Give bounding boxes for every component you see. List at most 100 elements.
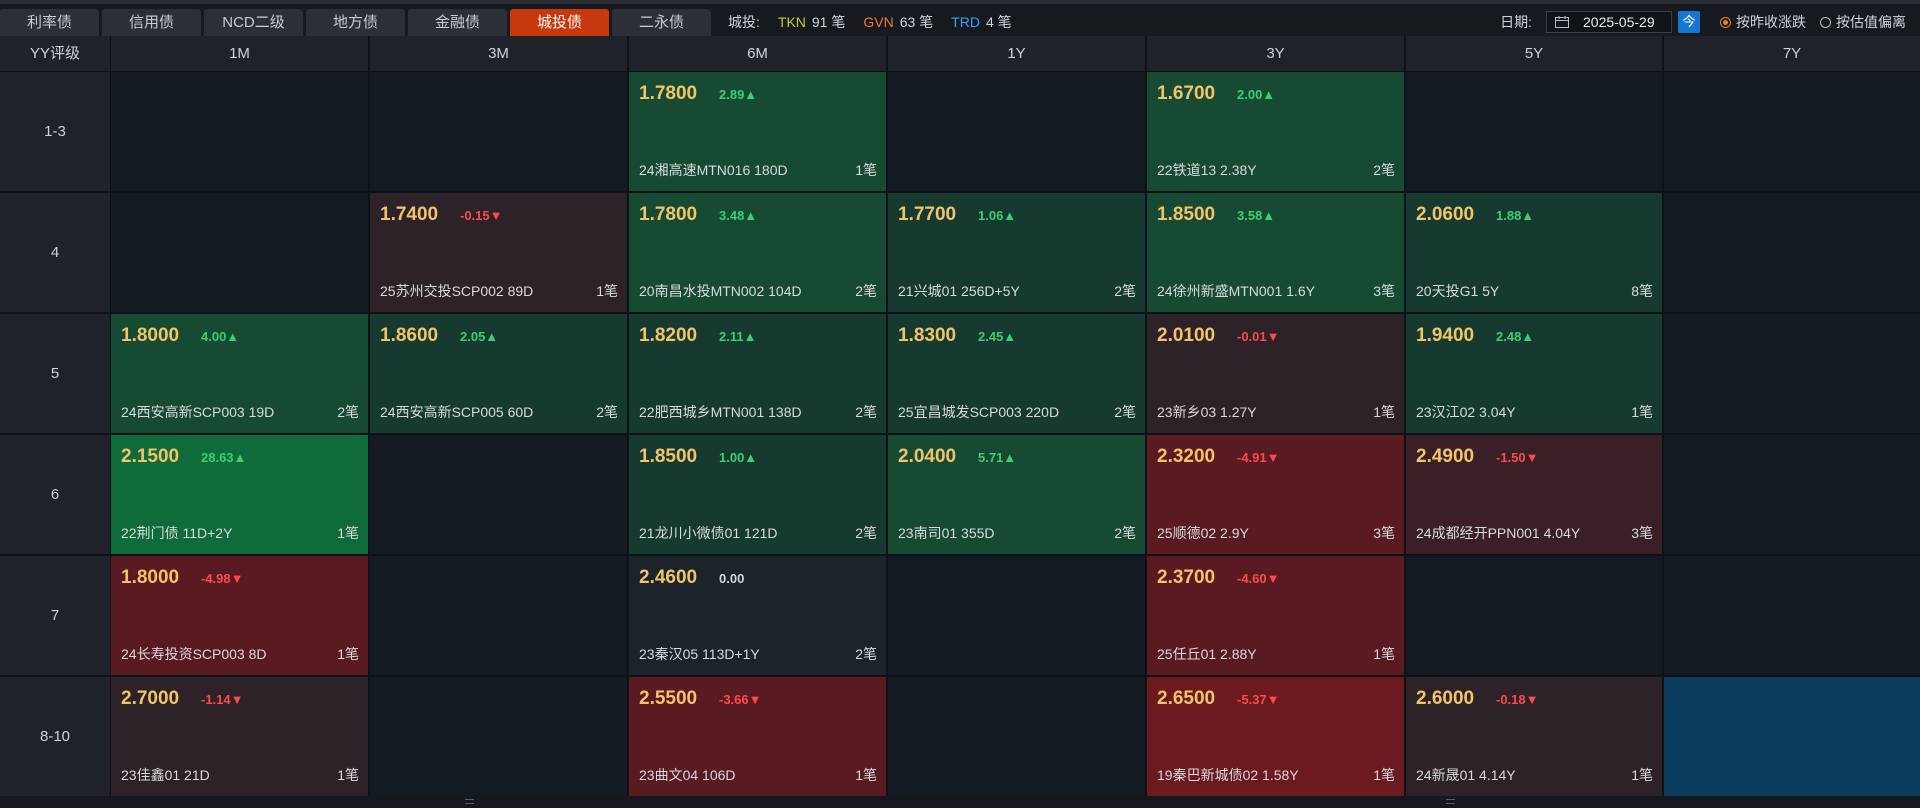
trade-count: 1笔 (337, 525, 359, 541)
bond-name: 23曲文04 106D (639, 767, 736, 783)
grid-cell[interactable]: 2.3200 -4.91▼ 25顺德02 2.9Y 3笔 (1147, 435, 1404, 554)
column-header-3m[interactable]: 3M (370, 36, 627, 71)
yield-value: 1.8500 (639, 446, 698, 467)
grid-cell[interactable]: 1.7700 1.06▲ 21兴城01 256D+5Y 2笔 (888, 193, 1145, 312)
radio-prev-close[interactable]: 按昨收涨跌 (1720, 12, 1806, 32)
change-value: 3.48▲ (719, 208, 758, 223)
grid-cell[interactable]: 2.3700 -4.60▼ 25任丘01 2.88Y 1笔 (1147, 556, 1404, 675)
tab-2[interactable]: NCD二级 (204, 9, 303, 36)
grid-cell[interactable]: 1.8000 4.00▲ 24西安高新SCP003 19D 2笔 (111, 314, 368, 433)
trade-count: 1笔 (1631, 767, 1653, 783)
change-value: -4.60▼ (1237, 571, 1280, 586)
grid-cell[interactable]: 1.8200 2.11▲ 22肥西城乡MTN001 138D 2笔 (629, 314, 886, 433)
grid-cell[interactable]: 1.8500 1.00▲ 21龙川小微债01 121D 2笔 (629, 435, 886, 554)
column-header-1m[interactable]: 1M (111, 36, 368, 71)
grid-cell[interactable]: 2.6000 -0.18▼ 24新晟01 4.14Y 1笔 (1406, 677, 1662, 796)
tab-5[interactable]: 城投债 (510, 9, 609, 36)
trade-count: 1笔 (1373, 767, 1395, 783)
grid-cell[interactable]: 2.0600 1.88▲ 20天投G1 5Y 8笔 (1406, 193, 1662, 312)
change-value: -4.91▼ (1237, 450, 1280, 465)
row-header-7: 7 (0, 556, 110, 675)
column-header-3y[interactable]: 3Y (1147, 36, 1404, 71)
tab-4[interactable]: 金融债 (408, 9, 507, 36)
grid-cell[interactable]: 2.4900 -1.50▼ 24成都经开PPN001 4.04Y 3笔 (1406, 435, 1662, 554)
grid-cell[interactable] (1406, 72, 1662, 191)
grid-cell[interactable]: 1.8300 2.45▲ 25宜昌城发SCP003 220D 2笔 (888, 314, 1145, 433)
bond-name: 25宜昌城发SCP003 220D (898, 404, 1060, 420)
change-value: 2.00▲ (1237, 87, 1276, 102)
grid-cell[interactable]: 1.9400 2.48▲ 23汉江02 3.04Y 1笔 (1406, 314, 1662, 433)
yield-value: 2.7000 (121, 688, 180, 709)
trade-count: 1笔 (1631, 404, 1653, 420)
grid-cell[interactable]: 1.8600 2.05▲ 24西安高新SCP005 60D 2笔 (370, 314, 627, 433)
grid-cell[interactable] (1664, 72, 1920, 191)
bond-name: 21兴城01 256D+5Y (898, 283, 1020, 299)
tab-6[interactable]: 二永债 (612, 9, 711, 36)
today-button[interactable]: 今 (1678, 11, 1700, 33)
yield-value: 1.6700 (1157, 83, 1216, 104)
resize-handle-icon[interactable] (1446, 799, 1455, 804)
bond-name: 24西安高新SCP003 19D (121, 404, 275, 420)
grid-cell[interactable]: 1.7400 -0.15▼ 25苏州交投SCP002 89D 1笔 (370, 193, 627, 312)
change-value: -5.37▼ (1237, 692, 1280, 707)
grid-cell[interactable] (111, 72, 368, 191)
grid-cell[interactable] (111, 193, 368, 312)
summary-code-tkn: TKN (777, 14, 806, 30)
grid-cell[interactable]: 2.6500 -5.37▼ 19秦巴新城债02 1.58Y 1笔 (1147, 677, 1404, 796)
trade-count: 1笔 (855, 767, 877, 783)
column-header-1y[interactable]: 1Y (888, 36, 1145, 71)
date-value: 2025-05-29 (1583, 14, 1655, 30)
grid-cell[interactable]: 2.4600 0.00 23秦汉05 113D+1Y 2笔 (629, 556, 886, 675)
grid-cell[interactable] (370, 677, 627, 796)
summary-count-tkn: 91 笔 (811, 14, 846, 30)
change-value: 0.00 (719, 571, 745, 586)
resize-handle-icon[interactable] (465, 799, 474, 804)
grid-cell[interactable] (888, 72, 1145, 191)
grid-cell[interactable]: 2.1500 28.63▲ 22荆门债 11D+2Y 1笔 (111, 435, 368, 554)
date-controls: 日期: 2025-05-29 今 按昨收涨跌 按估值偏离 (1500, 8, 1920, 36)
tab-3[interactable]: 地方债 (306, 9, 405, 36)
calendar-icon (1555, 16, 1569, 28)
column-header-7y[interactable]: 7Y (1664, 36, 1920, 71)
grid-cell[interactable] (1664, 677, 1920, 796)
grid-cell[interactable]: 1.7800 2.89▲ 24湘高速MTN016 180D 1笔 (629, 72, 886, 191)
trade-count: 2笔 (1114, 525, 1136, 541)
column-header-5y[interactable]: 5Y (1406, 36, 1662, 71)
radio-valuation-deviation[interactable]: 按估值偏离 (1820, 12, 1906, 32)
grid-cell[interactable] (888, 677, 1145, 796)
row-header-5: 5 (0, 314, 110, 433)
trade-count: 3笔 (1631, 525, 1653, 541)
grid-cell[interactable] (1406, 556, 1662, 675)
grid-cell[interactable] (370, 435, 627, 554)
trade-count: 1笔 (337, 767, 359, 783)
yield-value: 1.7800 (639, 204, 698, 225)
grid-cell[interactable]: 2.7000 -1.14▼ 23佳鑫01 21D 1笔 (111, 677, 368, 796)
summary-code-trd: TRD (951, 14, 980, 30)
change-value: -0.01▼ (1237, 329, 1280, 344)
yield-value: 1.9400 (1416, 325, 1475, 346)
grid-cell[interactable] (888, 556, 1145, 675)
grid-cell[interactable]: 2.5500 -3.66▼ 23曲文04 106D 1笔 (629, 677, 886, 796)
grid-cell[interactable] (370, 72, 627, 191)
date-picker[interactable]: 2025-05-29 (1546, 11, 1672, 33)
bond-name: 24徐州新盛MTN001 1.6Y (1157, 283, 1315, 299)
column-header-6m[interactable]: 6M (629, 36, 886, 71)
grid-cell[interactable]: 2.0400 5.71▲ 23南司01 355D 2笔 (888, 435, 1145, 554)
grid-cell[interactable]: 1.8500 3.58▲ 24徐州新盛MTN001 1.6Y 3笔 (1147, 193, 1404, 312)
grid-cell[interactable]: 1.6700 2.00▲ 22铁道13 2.38Y 2笔 (1147, 72, 1404, 191)
grid-cell[interactable] (1664, 193, 1920, 312)
tab-0[interactable]: 利率债 (0, 9, 99, 36)
grid-cell[interactable]: 1.8000 -4.98▼ 24长寿投资SCP003 8D 1笔 (111, 556, 368, 675)
grid-cell[interactable] (1664, 314, 1920, 433)
grid-cell[interactable] (1664, 435, 1920, 554)
trade-count: 2笔 (337, 404, 359, 420)
grid-cell[interactable] (1664, 556, 1920, 675)
radio-prev-close-label: 按昨收涨跌 (1736, 14, 1806, 30)
tab-1[interactable]: 信用债 (102, 9, 201, 36)
grid-cell[interactable] (370, 556, 627, 675)
grid-cell[interactable]: 2.0100 -0.01▼ 23新乡03 1.27Y 1笔 (1147, 314, 1404, 433)
trade-count: 3笔 (1373, 283, 1395, 299)
bond-name: 23秦汉05 113D+1Y (639, 646, 760, 662)
bond-name: 25顺德02 2.9Y (1157, 525, 1249, 541)
grid-cell[interactable]: 1.7800 3.48▲ 20南昌水投MTN002 104D 2笔 (629, 193, 886, 312)
